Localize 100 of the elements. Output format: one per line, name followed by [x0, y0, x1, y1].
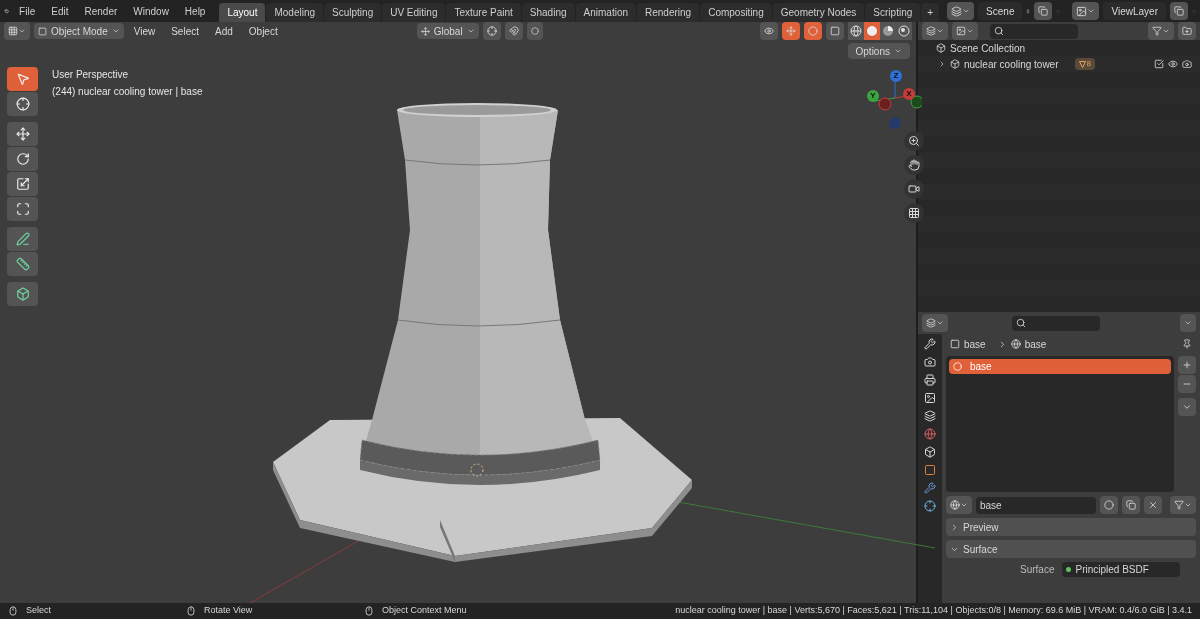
- shading-button[interactable]: [848, 22, 864, 40]
- unlink-button[interactable]: [1144, 496, 1162, 514]
- search-icon: [1016, 318, 1026, 328]
- workspace-tab[interactable]: Compositing: [700, 3, 772, 22]
- object-icon[interactable]: [924, 464, 936, 476]
- workspace-tab[interactable]: Modeling: [266, 3, 324, 22]
- axis-label[interactable]: Y: [867, 90, 879, 102]
- duplicate-button[interactable]: [1122, 496, 1140, 514]
- search-field[interactable]: [1012, 315, 1100, 331]
- scene-selector[interactable]: [947, 2, 975, 20]
- overlay-button[interactable]: [804, 22, 822, 40]
- pin-icon[interactable]: [1182, 339, 1192, 349]
- menu-item[interactable]: Add: [209, 23, 239, 39]
- options-dropdown[interactable]: Options: [847, 43, 910, 59]
- collection-icon[interactable]: [924, 446, 936, 458]
- perspective-button[interactable]: [904, 203, 924, 223]
- material-name-field[interactable]: base: [976, 496, 1096, 514]
- printer-icon[interactable]: [924, 374, 936, 386]
- xray-button[interactable]: [826, 22, 844, 40]
- tool-button[interactable]: [7, 92, 38, 116]
- pan-button[interactable]: [904, 155, 924, 175]
- wrench-icon[interactable]: [924, 338, 936, 350]
- view-layer-field[interactable]: ViewLayer: [1103, 2, 1166, 20]
- wrench-icon[interactable]: [924, 482, 936, 494]
- tool-button[interactable]: [7, 227, 38, 251]
- workspace-tab[interactable]: Sculpting: [324, 3, 382, 22]
- search-field[interactable]: [990, 23, 1078, 39]
- tool-button[interactable]: [7, 147, 38, 171]
- menu-item[interactable]: Help: [178, 3, 212, 19]
- add-workspace-tab[interactable]: +: [921, 3, 940, 22]
- filter-view-button[interactable]: [952, 22, 978, 40]
- menu-item[interactable]: Window: [127, 3, 175, 19]
- workspace-tab[interactable]: Scripting: [865, 3, 921, 22]
- shading-button[interactable]: [896, 22, 912, 40]
- axis-label[interactable]: Z: [890, 70, 902, 82]
- remove-slot-button[interactable]: [1178, 375, 1196, 393]
- tool-button[interactable]: [7, 122, 38, 146]
- menu-item[interactable]: Render: [78, 3, 124, 19]
- workspace-tab[interactable]: Layout: [219, 3, 266, 22]
- workspace-tab[interactable]: Geometry Nodes: [772, 3, 865, 22]
- tool-button[interactable]: [7, 282, 38, 306]
- object-count-badge: 8: [1074, 58, 1095, 70]
- add-slot-button[interactable]: [1178, 356, 1196, 374]
- globe-icon[interactable]: [924, 428, 936, 440]
- tool-button[interactable]: [7, 67, 38, 91]
- proportional-button[interactable]: [526, 22, 543, 40]
- pivot-icon: [486, 26, 497, 36]
- mode-dropdown[interactable]: Object Mode: [34, 23, 124, 39]
- view-layer-icon: [1076, 5, 1088, 17]
- panel-header[interactable]: Preview: [946, 518, 1196, 536]
- browse-material-button[interactable]: [946, 496, 972, 514]
- shading-button[interactable]: [864, 22, 880, 40]
- camera-button[interactable]: [904, 179, 924, 199]
- panel-header[interactable]: Surface: [946, 540, 1196, 558]
- move-icon: [15, 127, 30, 141]
- surface-shader-dropdown[interactable]: Principled BSDF: [1062, 562, 1181, 577]
- menu-item[interactable]: Edit: [45, 3, 75, 19]
- outliner-item[interactable]: nuclear cooling tower: [964, 56, 1059, 72]
- new-collection-button[interactable]: [1178, 22, 1196, 40]
- new-scene-button[interactable]: [1034, 2, 1053, 20]
- fake-user-button[interactable]: [1100, 496, 1118, 514]
- workspace-tab[interactable]: Texture Paint: [446, 3, 521, 22]
- editor-type-button[interactable]: [4, 22, 30, 40]
- gizmo-button[interactable]: [782, 22, 800, 40]
- orientation-dropdown[interactable]: Global: [416, 23, 479, 39]
- tool-button[interactable]: [7, 172, 38, 196]
- eye-icon[interactable]: [1168, 59, 1178, 69]
- display-mode-button[interactable]: [922, 22, 948, 40]
- shading-button[interactable]: [880, 22, 896, 40]
- material-slot[interactable]: base: [949, 359, 1171, 374]
- rotate-icon: [15, 152, 30, 166]
- link-button[interactable]: [1170, 496, 1196, 514]
- workspace-tab[interactable]: Rendering: [637, 3, 700, 22]
- grid-icon: [908, 207, 920, 219]
- image-icon[interactable]: [924, 392, 936, 404]
- snap-button[interactable]: [504, 22, 523, 40]
- filter-button[interactable]: [1148, 22, 1174, 40]
- camera-icon[interactable]: [1182, 59, 1192, 69]
- scene-field[interactable]: Scene: [978, 2, 1023, 20]
- tool-button[interactable]: [7, 197, 38, 221]
- axis-label[interactable]: X: [903, 88, 915, 100]
- workspace-tab[interactable]: Animation: [575, 3, 636, 22]
- tool-button[interactable]: [7, 252, 38, 276]
- menu-item[interactable]: Object: [242, 23, 284, 39]
- camera-icon[interactable]: [924, 356, 936, 368]
- mouse-icon: [8, 606, 18, 616]
- menu-item[interactable]: View: [127, 23, 162, 39]
- visibility-button[interactable]: [760, 22, 778, 40]
- pivot-button[interactable]: [482, 22, 501, 40]
- workspace-tab[interactable]: Shading: [521, 3, 575, 22]
- menu-item[interactable]: Select: [165, 23, 205, 39]
- editor-type-button[interactable]: [922, 314, 948, 332]
- new-view-layer-button[interactable]: [1170, 2, 1188, 20]
- zoom-button[interactable]: [904, 131, 924, 151]
- new-collection-icon: [1182, 26, 1192, 36]
- menu-item[interactable]: File: [13, 3, 42, 19]
- checkbox-icon[interactable]: [1154, 59, 1164, 69]
- workspace-tab[interactable]: UV Editing: [382, 3, 446, 22]
- view-layer-selector[interactable]: [1072, 2, 1100, 20]
- outliner-item[interactable]: Scene Collection: [950, 40, 1026, 56]
